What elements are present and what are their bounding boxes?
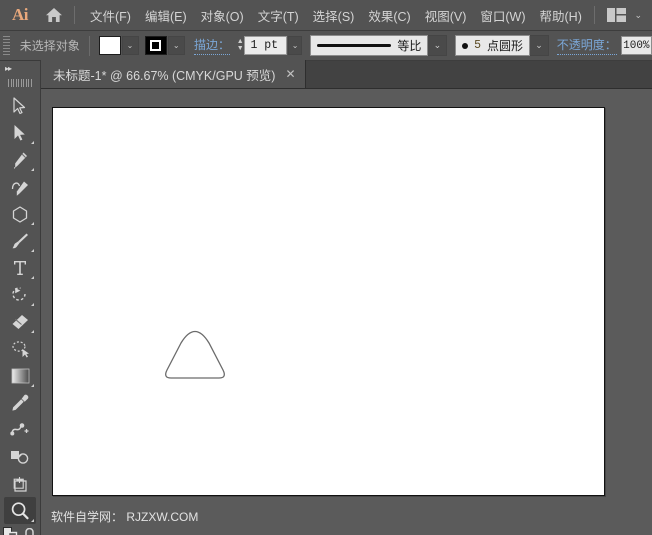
pen-tool[interactable] (4, 146, 36, 173)
shape-builder-tool[interactable] (4, 443, 36, 470)
eraser-tool[interactable] (4, 308, 36, 335)
control-divider-1 (88, 35, 90, 56)
polygon-shape-tool[interactable] (4, 200, 36, 227)
workspace-divider (594, 6, 596, 24)
blend-tool[interactable] (4, 416, 36, 443)
tools-panel: ▸▸ (0, 61, 41, 535)
menubar-right-group: ⌄ (594, 6, 652, 24)
direct-selection-tool[interactable] (4, 119, 36, 146)
swap-fill-stroke-icon[interactable] (24, 527, 38, 535)
document-tab-title: 未标题-1* @ 66.67% (CMYK/GPU 预览) (53, 68, 276, 83)
menu-effect[interactable]: 效果(C) (361, 2, 417, 29)
document-tab[interactable]: 未标题-1* @ 66.67% (CMYK/GPU 预览) ✕ (41, 60, 306, 88)
brush-preview-icon (462, 42, 469, 49)
stroke-swatch-group: ⌄ (144, 36, 185, 55)
stroke-weight-input[interactable]: 1 pt (244, 36, 288, 55)
rotate-tool[interactable] (4, 281, 36, 308)
document-tab-bar: 未标题-1* @ 66.67% (CMYK/GPU 预览) ✕ (0, 60, 652, 89)
opacity-input[interactable]: 100% (620, 36, 652, 55)
fill-color-swatch[interactable] (98, 36, 121, 55)
stroke-weight-stepper[interactable]: ▲ ▼ (236, 36, 245, 55)
tools-list (0, 89, 40, 524)
watermark-status-text: 软件自学网： RJZXW.COM (51, 510, 199, 524)
workspace-layout-icon[interactable] (607, 8, 627, 22)
rounded-triangle[interactable] (165, 330, 225, 379)
canvas-area[interactable]: 软件自学网： RJZXW.COM (41, 89, 652, 535)
menu-items: 文件(F) 编辑(E) 对象(O) 文字(T) 选择(S) 效果(C) 视图(V… (83, 2, 589, 29)
default-colors-icon[interactable] (2, 527, 18, 535)
close-icon[interactable]: ✕ (285, 68, 295, 80)
curvature-tool[interactable] (4, 173, 36, 200)
tool-flyout-indicator (31, 303, 34, 306)
tools-panel-grip[interactable] (0, 76, 40, 89)
tool-flyout-indicator (31, 276, 34, 279)
stroke-profile-preview-icon (317, 44, 392, 47)
brush-definition-combo[interactable]: 5 点圆形 ⌄ (455, 35, 550, 56)
stroke-profile-chevron-down-icon[interactable]: ⌄ (428, 35, 448, 56)
menu-select[interactable]: 选择(S) (306, 2, 362, 29)
menu-divider (74, 6, 75, 24)
home-icon[interactable] (38, 7, 70, 23)
tool-flyout-indicator (31, 384, 34, 387)
menu-file[interactable]: 文件(F) (83, 2, 138, 29)
menu-help[interactable]: 帮助(H) (533, 2, 589, 29)
stroke-color-swatch[interactable] (144, 36, 167, 55)
stroke-profile-label: 等比 (397, 39, 422, 53)
menu-edit[interactable]: 编辑(E) (138, 2, 194, 29)
artboard[interactable] (52, 107, 605, 496)
opacity-label[interactable]: 不透明度： (556, 36, 617, 55)
type-tool[interactable] (4, 254, 36, 281)
tools-panel-header[interactable]: ▸▸ (0, 61, 40, 76)
fill-swatch-group: ⌄ (98, 36, 139, 55)
menu-object[interactable]: 对象(O) (194, 2, 251, 29)
brush-size-label: 5 (474, 39, 482, 52)
app-logo: Ai (12, 5, 29, 24)
gradient-tool[interactable] (4, 362, 36, 389)
paintbrush-tool[interactable] (4, 227, 36, 254)
menu-view[interactable]: 视图(V) (418, 2, 474, 29)
workspace-chevron-down-icon[interactable]: ⌄ (634, 10, 642, 20)
menu-window[interactable]: 窗口(W) (473, 2, 532, 29)
artwork-layer (165, 330, 225, 379)
control-bar-grip[interactable] (3, 36, 11, 56)
stroke-weight-chevron-down-icon[interactable]: ⌄ (288, 36, 302, 55)
tool-flyout-indicator (31, 330, 34, 333)
selection-status-label: 未选择对象 (19, 39, 80, 53)
brush-definition-body[interactable]: 5 点圆形 (455, 35, 531, 56)
control-bar: 未选择对象 ⌄ ⌄ 描边： ▲ ▼ 1 pt ⌄ 等比 ⌄ 5 点圆形 ⌄ 不透… (0, 31, 652, 61)
eyedropper-tool[interactable] (4, 389, 36, 416)
illustrator-window: Ai 文件(F) 编辑(E) 对象(O) 文字(T) 选择(S) 效果(C) 视… (0, 0, 652, 535)
tool-flyout-indicator (31, 141, 34, 144)
color-utility-row (2, 527, 38, 535)
fill-dropdown-chevron-down-icon[interactable]: ⌄ (121, 36, 139, 55)
tool-flyout-indicator (31, 222, 34, 225)
tools-panel-color-controls (0, 527, 40, 535)
stroke-profile-body[interactable]: 等比 (310, 35, 429, 56)
menu-bar: Ai 文件(F) 编辑(E) 对象(O) 文字(T) 选择(S) 效果(C) 视… (0, 0, 652, 31)
selection-tool[interactable] (4, 92, 36, 119)
expand-panel-icon[interactable]: ▸▸ (5, 64, 12, 73)
artboard-tool[interactable] (4, 470, 36, 497)
stroke-profile-combo[interactable]: 等比 ⌄ (310, 35, 448, 56)
brush-chevron-down-icon[interactable]: ⌄ (530, 35, 550, 56)
zoom-tool[interactable] (4, 497, 36, 524)
tool-flyout-indicator (31, 249, 34, 252)
brush-name-label: 点圆形 (487, 39, 524, 53)
stroke-weight-label[interactable]: 描边： (193, 36, 230, 55)
menu-type[interactable]: 文字(T) (251, 2, 306, 29)
tool-flyout-indicator (31, 519, 34, 522)
tool-flyout-indicator (31, 168, 34, 171)
stroke-dropdown-chevron-down-icon[interactable]: ⌄ (167, 36, 185, 55)
lasso-tool[interactable] (4, 335, 36, 362)
